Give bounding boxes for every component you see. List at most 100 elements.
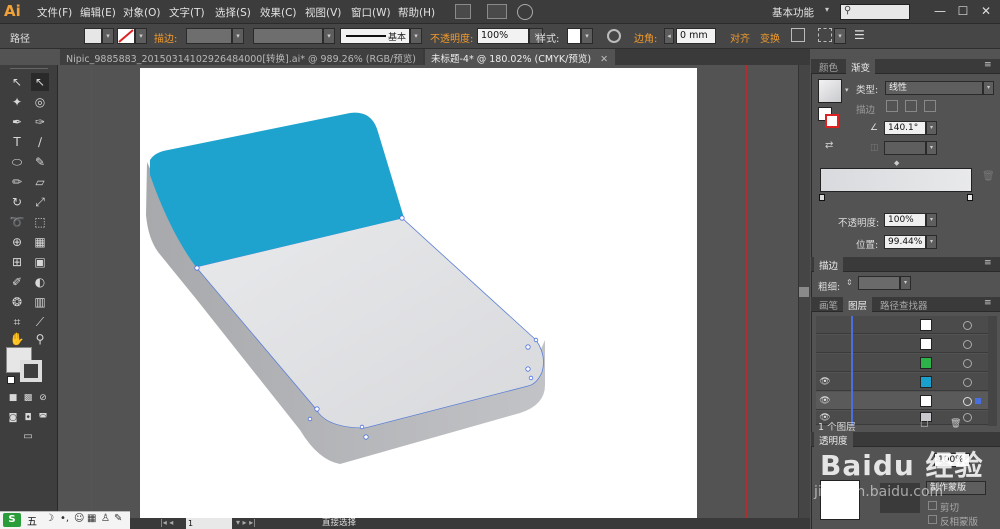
brush-dropdown-icon[interactable]: ▾: [410, 28, 422, 44]
magic-wand-tool-icon[interactable]: ✦: [8, 93, 26, 111]
corner-stepper[interactable]: ◂: [664, 28, 674, 44]
help-search-input[interactable]: ⚲: [840, 4, 910, 20]
opacity-label[interactable]: 不透明度:: [430, 30, 473, 45]
style-dropdown-icon[interactable]: ▾: [581, 28, 593, 44]
shape-builder-tool-icon[interactable]: ⊕: [8, 233, 26, 251]
direct-selection-tool-icon[interactable]: ↖: [31, 73, 49, 91]
weight-stepper-icon[interactable]: ⇕: [846, 278, 853, 287]
stop-opacity-field[interactable]: 100%: [884, 213, 926, 227]
slice-tool-icon[interactable]: ⟋: [31, 313, 49, 331]
stroke-weight-dropdown-icon[interactable]: ▾: [900, 276, 911, 290]
stroke-none-swatch[interactable]: [117, 28, 135, 44]
gradient-stop-start[interactable]: [819, 194, 825, 201]
moon-icon[interactable]: ☽: [45, 513, 54, 524]
draw-normal-icon[interactable]: ◙: [7, 412, 19, 424]
tab-pathfinder[interactable]: 路径查找器: [875, 297, 933, 312]
workspace-dropdown-icon[interactable]: ▾: [825, 5, 829, 14]
selection-tool-icon[interactable]: ↖: [8, 73, 26, 91]
profile-dropdown-icon[interactable]: ▾: [323, 28, 335, 44]
target-icon[interactable]: [963, 321, 972, 330]
artboard[interactable]: [140, 68, 697, 520]
menu-effect[interactable]: 效果(C): [260, 5, 297, 20]
gradient-swatch-dropdown-icon[interactable]: ▾: [845, 86, 849, 94]
tab-stroke[interactable]: 描边: [814, 257, 844, 272]
arrange-documents-icon[interactable]: [487, 4, 507, 19]
artboard-tool-icon[interactable]: ⌗: [8, 313, 26, 331]
color-mode-icon[interactable]: ■: [7, 392, 19, 404]
angle-dropdown-icon[interactable]: ▾: [926, 121, 937, 135]
midpoint-diamond-icon[interactable]: ◆: [894, 159, 899, 167]
draw-behind-icon[interactable]: ◘: [22, 412, 34, 424]
stroke-weight-dropdown-icon[interactable]: ▾: [232, 28, 244, 44]
stroke-label[interactable]: 描边:: [154, 30, 177, 45]
invert-mask-checkbox[interactable]: [928, 515, 937, 524]
stroke-within-icon[interactable]: [886, 100, 898, 112]
corner-label[interactable]: 边角:: [634, 30, 657, 45]
skin-icon[interactable]: ♙: [101, 513, 110, 524]
aspect-dropdown-icon[interactable]: ▾: [926, 141, 937, 155]
line-tool-icon[interactable]: ∕: [31, 133, 49, 151]
scrollbar-thumb[interactable]: [799, 287, 809, 297]
target-icon[interactable]: [963, 359, 972, 368]
type-tool-icon[interactable]: T: [8, 133, 26, 151]
layers-scrollbar[interactable]: [988, 316, 997, 426]
settings-icon[interactable]: ✎: [114, 513, 122, 524]
draw-inside-icon[interactable]: ◚: [37, 412, 49, 424]
stop-position-field[interactable]: 99.44%: [884, 235, 926, 249]
panel-menu-icon[interactable]: ≡: [984, 60, 992, 70]
menu-window[interactable]: 窗口(W): [351, 5, 391, 20]
opacity-field[interactable]: 100%: [477, 28, 529, 44]
rotate-tool-icon[interactable]: ↻: [8, 193, 26, 211]
menu-view[interactable]: 视图(V): [305, 5, 341, 20]
hand-tool-icon[interactable]: ✋: [8, 330, 26, 348]
artboard-navigation-field[interactable]: 1: [186, 518, 232, 529]
minimize-button[interactable]: —: [932, 3, 948, 19]
stroke-color-box[interactable]: [20, 360, 42, 382]
tab-document-nipic[interactable]: Nipic_9885883_20150314102926484000[转换].a…: [60, 49, 433, 65]
paintbrush-tool-icon[interactable]: ✎: [31, 153, 49, 171]
transform-link[interactable]: 变换: [760, 30, 780, 45]
free-transform-tool-icon[interactable]: ⬚: [31, 213, 49, 231]
toolbar-grip[interactable]: [10, 68, 48, 72]
target-icon[interactable]: [963, 378, 972, 387]
stop-opacity-dropdown-icon[interactable]: ▾: [926, 213, 937, 227]
gradient-angle-field[interactable]: 140.1°: [884, 121, 926, 135]
pencil-tool-icon[interactable]: ✏: [8, 173, 26, 191]
eraser-tool-icon[interactable]: ▱: [31, 173, 49, 191]
zoom-tool-icon[interactable]: ⚲: [31, 330, 49, 348]
gradient-stop-end[interactable]: [967, 194, 973, 201]
document-setup-icon[interactable]: ☰: [854, 28, 865, 42]
aspect-ratio-field[interactable]: [884, 141, 926, 155]
menu-object[interactable]: 对象(O): [123, 5, 160, 20]
menu-type[interactable]: 文字(T): [169, 5, 205, 20]
next-artboard-icon[interactable]: ▾ ▸ ▸|: [236, 518, 256, 527]
menu-help[interactable]: 帮助(H): [398, 5, 435, 20]
keyboard-icon[interactable]: ▦: [87, 513, 96, 524]
tab-gradient[interactable]: 渐变: [846, 59, 876, 74]
fill-color-swatch[interactable]: [84, 28, 102, 44]
selection-indicator[interactable]: [975, 398, 981, 404]
default-colors-icon[interactable]: [7, 376, 15, 384]
delete-layer-icon[interactable]: 🗑: [950, 419, 961, 429]
first-artboard-icon[interactable]: |◂ ◂: [160, 518, 173, 527]
target-icon[interactable]: [963, 413, 972, 422]
new-layer-icon[interactable]: ▢: [920, 419, 929, 429]
sync-icon[interactable]: [517, 4, 533, 20]
scale-tool-icon[interactable]: ⤢: [31, 193, 49, 211]
stroke-weight-input[interactable]: [858, 276, 900, 290]
gradient-mode-icon[interactable]: ▩: [22, 392, 34, 404]
pen-tool-icon[interactable]: ✒: [8, 113, 26, 131]
perspective-grid-tool-icon[interactable]: ▦: [31, 233, 49, 251]
stop-position-dropdown-icon[interactable]: ▾: [926, 235, 937, 249]
target-icon[interactable]: [963, 397, 972, 406]
menu-edit[interactable]: 编辑(E): [80, 5, 116, 20]
maximize-button[interactable]: ☐: [955, 3, 971, 19]
none-mode-icon[interactable]: ⊘: [37, 392, 49, 404]
menu-file[interactable]: 文件(F): [37, 5, 72, 20]
ime-logo[interactable]: S: [3, 513, 21, 527]
fill-dropdown-icon[interactable]: ▾: [102, 28, 114, 44]
delete-stop-icon[interactable]: 🗑: [982, 171, 995, 182]
gradient-type-select[interactable]: 线性: [885, 81, 983, 95]
ellipse-tool-icon[interactable]: ⬭: [8, 153, 26, 171]
variable-width-profile[interactable]: [253, 28, 323, 44]
